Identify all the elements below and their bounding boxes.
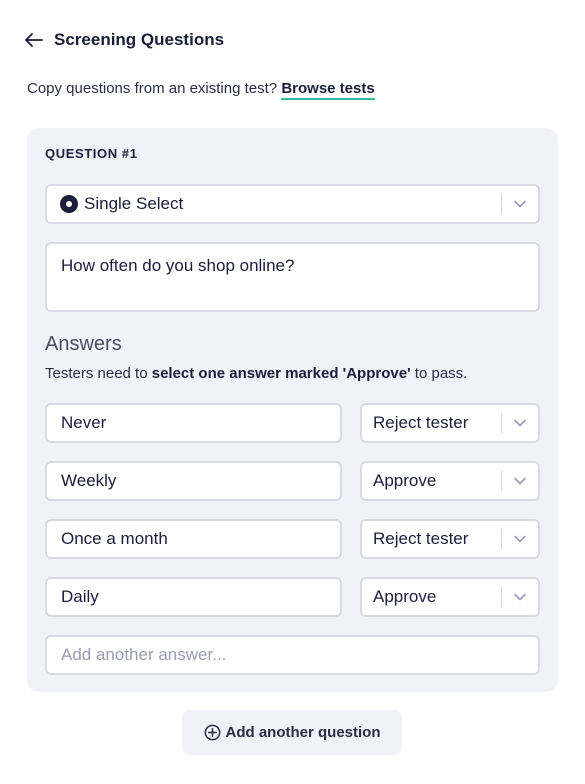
answer-verdict-select[interactable]: Reject tester (360, 519, 540, 559)
question-type-select[interactable]: Single Select (45, 184, 540, 224)
chevron-down-icon (514, 419, 526, 427)
chevron-down-icon (514, 535, 526, 543)
select-divider (501, 587, 502, 607)
select-divider (501, 471, 502, 491)
answer-verdict-select[interactable]: Approve (360, 461, 540, 501)
chevron-down-icon (514, 593, 526, 601)
hint-suffix: to pass. (410, 365, 468, 382)
copy-prompt: Copy questions from an existing test? (27, 80, 278, 97)
select-divider (501, 194, 502, 214)
answer-input[interactable]: Weekly (45, 461, 342, 501)
add-question-label: Add another question (225, 724, 381, 741)
add-answer-input[interactable]: Add another answer... (45, 635, 540, 675)
screening-questions-panel: Screening Questions Copy questions from … (0, 0, 585, 784)
hint-bold: select one answer marked 'Approve' (151, 365, 411, 382)
select-divider (501, 413, 502, 433)
answer-verdict-select[interactable]: Approve (360, 577, 540, 617)
question-card: QUESTION #1 Single Select How often do y… (27, 128, 558, 692)
verdict-value: Reject tester (373, 529, 469, 548)
answer-input[interactable]: Daily (45, 577, 342, 617)
back-button[interactable] (24, 30, 44, 50)
answer-input[interactable]: Once a month (45, 519, 342, 559)
answers-heading: Answers (45, 333, 122, 355)
copy-questions-line: Copy questions from an existing test? Br… (27, 80, 375, 100)
arrow-left-icon (25, 33, 43, 47)
hint-prefix: Testers need to (45, 365, 152, 382)
answer-input[interactable]: Never (45, 403, 342, 443)
chevron-down-icon (514, 200, 526, 208)
verdict-value: Approve (373, 471, 437, 490)
browse-tests-link[interactable]: Browse tests (281, 80, 375, 100)
answers-hint: Testers need to select one answer marked… (45, 365, 467, 382)
chevron-down-icon (514, 477, 526, 485)
select-divider (501, 529, 502, 549)
plus-circle-icon (204, 724, 220, 741)
question-number-label: QUESTION #1 (45, 146, 138, 161)
panel-header: Screening Questions (24, 28, 224, 52)
answer-verdict-select[interactable]: Reject tester (360, 403, 540, 443)
question-text-field[interactable]: How often do you shop online? (45, 242, 540, 312)
page-title: Screening Questions (54, 30, 225, 49)
radio-selected-icon (60, 195, 78, 213)
question-type-value: Single Select (84, 194, 184, 213)
add-question-button[interactable]: Add another question (182, 710, 402, 755)
verdict-value: Approve (373, 587, 437, 606)
verdict-value: Reject tester (373, 413, 469, 432)
